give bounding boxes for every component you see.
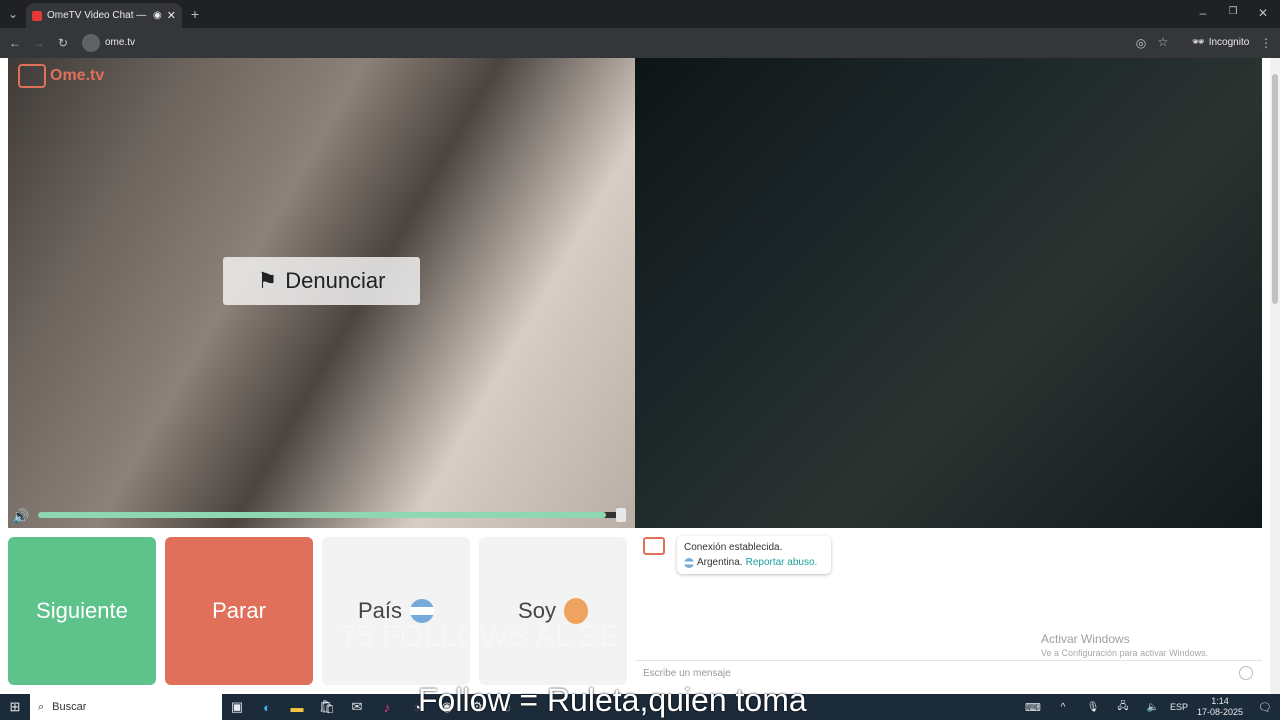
incognito-icon: 🕶 bbox=[1192, 37, 1205, 48]
clock-date: 17-08-2025 bbox=[1196, 707, 1244, 717]
window-close-icon[interactable]: ✕ bbox=[1256, 6, 1270, 20]
speaker-icon[interactable]: 🔈 bbox=[1138, 702, 1168, 713]
volume-icon[interactable]: 🔊 bbox=[12, 508, 29, 525]
language-indicator[interactable]: ESP bbox=[1168, 702, 1190, 712]
ometv-favicon-icon bbox=[32, 10, 42, 21]
recording-icon: ◉ bbox=[153, 10, 162, 21]
stream-overlay-text-bottom: Follow = Ruleta,quien toma bbox=[418, 682, 807, 718]
browser-tab[interactable]: OmeTV Video Chat — Ome ◉ ✕ bbox=[26, 3, 182, 28]
taskbar-search[interactable]: ⌕ Buscar bbox=[30, 694, 222, 720]
restore-icon[interactable]: ❐ bbox=[1226, 6, 1240, 17]
eye-off-icon[interactable]: ◎ bbox=[1133, 36, 1149, 50]
tray-chevron-icon[interactable]: ^ bbox=[1048, 702, 1078, 713]
stream-overlay-text-top: 75 FOLLOWS AL SE bbox=[340, 620, 620, 653]
report-button[interactable]: ⚑ Denunciar bbox=[223, 257, 420, 305]
minimize-icon[interactable]: – bbox=[1196, 6, 1210, 20]
volume-fill bbox=[38, 512, 607, 518]
mail-icon[interactable]: ✉ bbox=[342, 699, 372, 715]
new-tab-icon[interactable]: + bbox=[188, 6, 202, 22]
report-abuse-link[interactable]: Reportar abuso. bbox=[746, 555, 818, 570]
chat-panel: Conexión establecida. Argentina. Reporta… bbox=[635, 528, 1262, 694]
tab-close-icon[interactable]: ✕ bbox=[167, 9, 176, 22]
country-button[interactable]: País bbox=[322, 537, 470, 685]
keyboard-icon[interactable]: ⌨ bbox=[1018, 701, 1048, 714]
ometv-logo: Ome.tv bbox=[18, 64, 104, 88]
url-text[interactable]: ome.tv bbox=[105, 37, 135, 48]
browser-tab-bar: ⌄ OmeTV Video Chat — Ome ◉ ✕ + – ❐ ✕ bbox=[0, 0, 1280, 28]
connection-text: Conexión establecida. bbox=[684, 542, 783, 553]
clock-time: 1:14 bbox=[1211, 696, 1229, 706]
back-icon[interactable]: ← bbox=[8, 36, 22, 50]
reload-icon[interactable]: ↻ bbox=[56, 36, 70, 50]
forward-icon[interactable]: → bbox=[32, 36, 46, 50]
flag-icon: ⚑ bbox=[257, 268, 278, 293]
report-button-label: Denunciar bbox=[285, 268, 386, 293]
tab-search-chevron-icon[interactable]: ⌄ bbox=[6, 7, 20, 21]
logo-text: Ome.tv bbox=[50, 67, 105, 84]
incognito-label: Incognito bbox=[1208, 37, 1250, 48]
tiktok-icon[interactable]: ♪ bbox=[372, 700, 402, 715]
search-icon: ⌕ bbox=[38, 700, 45, 713]
site-info-icon[interactable] bbox=[82, 34, 100, 52]
chat-ometv-avatar-icon bbox=[643, 537, 665, 555]
task-view-icon[interactable]: ▣ bbox=[222, 699, 252, 715]
next-button-label: Siguiente bbox=[36, 598, 128, 623]
windows-start-icon[interactable]: ⊞ bbox=[0, 699, 30, 715]
menu-kebab-icon[interactable]: ⋮ bbox=[1260, 36, 1272, 50]
store-icon[interactable]: 🛍 bbox=[312, 699, 342, 715]
system-message: Conexión establecida. Argentina. Reporta… bbox=[677, 536, 831, 574]
volume-slider[interactable] bbox=[38, 512, 624, 518]
page-scrollbar[interactable] bbox=[1270, 58, 1280, 694]
notifications-icon[interactable]: 🗨 bbox=[1250, 701, 1280, 714]
volume-handle[interactable] bbox=[616, 508, 626, 522]
next-button[interactable]: Siguiente bbox=[8, 537, 156, 685]
argentina-flag-small-icon bbox=[684, 557, 694, 568]
activate-windows-subtitle: Ve a Configuración para activar Windows. bbox=[1041, 648, 1209, 658]
tab-title: OmeTV Video Chat — Ome bbox=[47, 10, 148, 21]
gender-button[interactable]: Soy bbox=[479, 537, 627, 685]
ometv-logo-icon bbox=[18, 64, 46, 88]
bookmark-star-icon[interactable]: ☆ bbox=[1156, 35, 1170, 49]
emoji-icon[interactable] bbox=[1239, 666, 1253, 680]
edge-icon[interactable]: ◐ bbox=[252, 700, 282, 715]
remote-video bbox=[635, 58, 1262, 528]
message-input[interactable]: Escribe un mensaje bbox=[643, 668, 731, 679]
address-bar-row: ← → ↻ ome.tv ◎ ☆ 🕶 Incognito ⋮ bbox=[0, 28, 1280, 58]
stop-button-label: Parar bbox=[212, 598, 266, 623]
taskbar-clock[interactable]: 1:14 17-08-2025 bbox=[1190, 696, 1250, 718]
scrollbar-thumb[interactable] bbox=[1272, 74, 1278, 304]
activate-windows-title: Activar Windows bbox=[1041, 632, 1130, 646]
taskbar-search-label: Buscar bbox=[52, 701, 87, 713]
network-icon[interactable]: 🖧 bbox=[1108, 699, 1138, 716]
country-text: Argentina. bbox=[697, 557, 743, 568]
mic-icon[interactable]: 🎙 bbox=[1078, 702, 1108, 713]
incognito-indicator[interactable]: 🕶 Incognito bbox=[1192, 37, 1249, 48]
chat-divider bbox=[635, 660, 1262, 661]
file-explorer-icon[interactable]: ▬ bbox=[282, 700, 312, 715]
stop-button[interactable]: Parar bbox=[165, 537, 313, 685]
local-video: Ome.tv ⚑ Denunciar 🔊 bbox=[8, 58, 635, 528]
